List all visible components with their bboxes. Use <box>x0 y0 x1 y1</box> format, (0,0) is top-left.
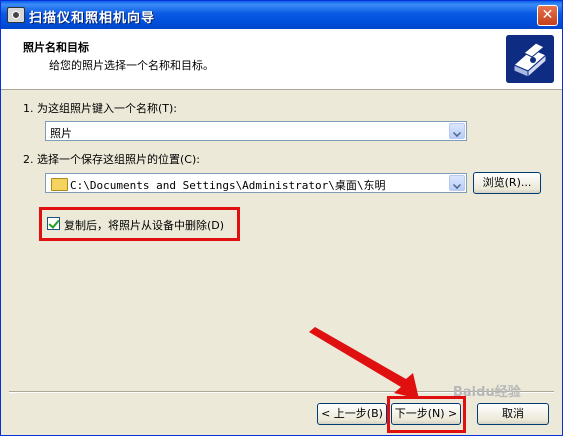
arrow-pointer-icon <box>309 327 419 399</box>
wizard-window: 扫描仪和照相机向导 ✕ 照片名和目标 给您的照片选择一个名称和目标。 1. 为这… <box>0 0 563 436</box>
baidu-watermark: Baidu经验 <box>453 385 521 400</box>
